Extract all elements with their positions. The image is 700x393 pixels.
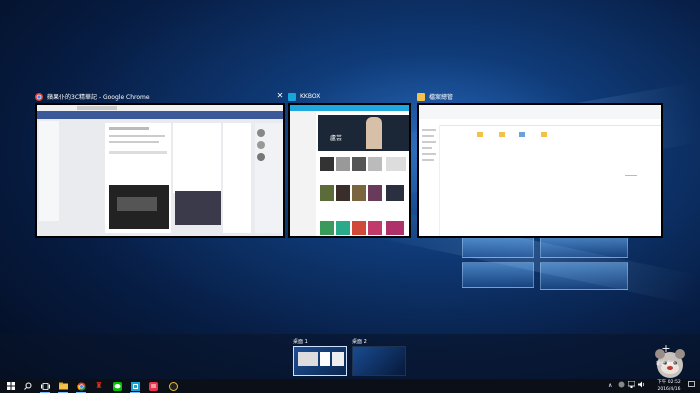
search-icon[interactable] <box>23 381 33 391</box>
new-desktop-button[interactable]: + 新增桌面 <box>640 340 692 376</box>
clock-date: 2016/4/16 <box>657 387 681 392</box>
desktop-preview <box>293 346 347 376</box>
chrome-icon[interactable] <box>76 381 86 393</box>
window-title: KKBOX <box>300 93 321 100</box>
kkbox-banner-text: 盧芸 <box>330 135 343 142</box>
kkbox-icon <box>288 92 296 101</box>
taskbar-clock[interactable]: 下午 02:52 2016/4/16 <box>652 379 686 393</box>
chrome-icon <box>35 92 43 101</box>
media-icon[interactable] <box>148 381 158 391</box>
task-view-icon[interactable] <box>40 381 50 393</box>
store-icon[interactable] <box>130 381 140 393</box>
window-title: 蘋果仆的3C精華記 - Google Chrome <box>47 94 150 101</box>
start-icon[interactable] <box>6 381 16 391</box>
desktop-preview <box>352 346 406 376</box>
virtual-desktops-bar <box>0 334 700 379</box>
network-icon[interactable] <box>627 380 636 392</box>
desktop-label: 桌面 2 <box>352 339 367 345</box>
clock-time: 下午 02:52 <box>657 380 681 385</box>
plus-icon: + <box>661 342 671 355</box>
folder-icon <box>417 92 425 101</box>
new-desktop-label: 新增桌面 <box>655 361 676 367</box>
kkbox-app-icon[interactable]: ♜ <box>94 381 104 391</box>
window-title: 檔案總管 <box>429 94 454 101</box>
file-explorer-icon[interactable] <box>58 381 68 393</box>
window-thumbnail-explorer[interactable]: 檔案總管 <box>417 90 663 238</box>
line-icon[interactable] <box>112 381 122 391</box>
notification-center-icon[interactable] <box>688 381 695 392</box>
window-preview-chrome <box>35 103 285 238</box>
app-icon[interactable] <box>168 381 178 391</box>
close-window-button[interactable]: ✕ <box>275 90 285 102</box>
window-title-bar: 蘋果仆的3C精華記 - Google Chrome <box>35 90 285 103</box>
window-title-bar: KKBOX <box>288 90 411 103</box>
window-preview-explorer <box>417 103 663 238</box>
show-hidden-icons-button[interactable]: ∧ <box>608 381 612 391</box>
window-title-bar: 檔案總管 <box>417 90 663 103</box>
window-thumbnail-kkbox[interactable]: KKBOX 盧芸 <box>288 90 411 238</box>
window-thumbnail-chrome[interactable]: 蘋果仆的3C精華記 - Google Chrome ✕ <box>35 90 285 238</box>
desktop-label: 桌面 1 <box>293 339 308 345</box>
tray-app-icon[interactable] <box>618 381 625 392</box>
taskbar: ♜ ∧ 下午 02:52 2016/4/16 <box>0 379 700 393</box>
volume-icon[interactable] <box>638 381 645 392</box>
window-preview-kkbox: 盧芸 <box>288 103 411 238</box>
